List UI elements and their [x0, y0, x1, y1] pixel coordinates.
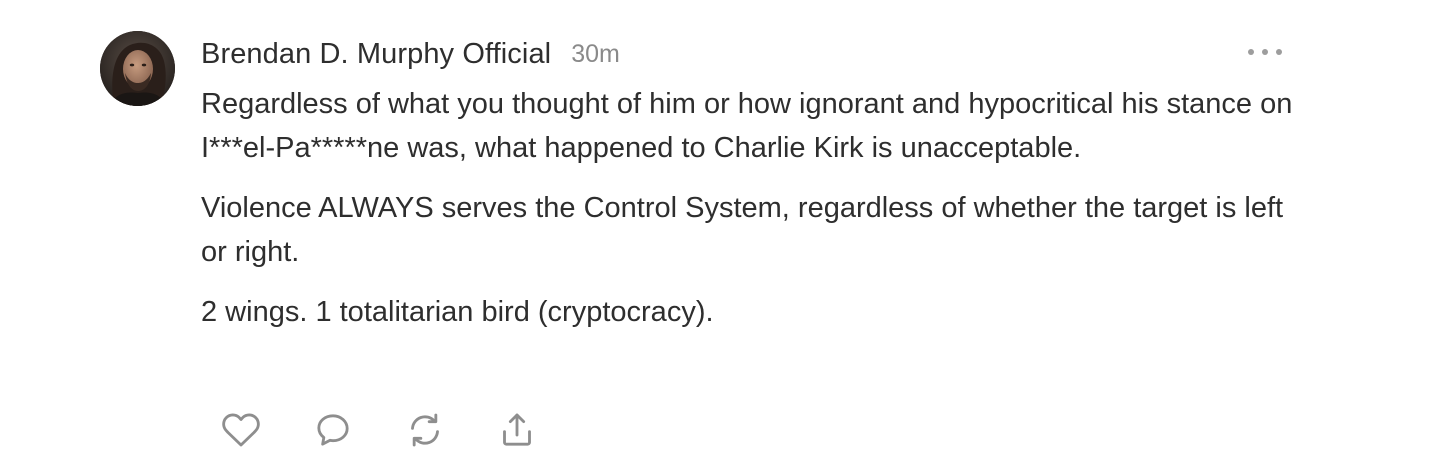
more-options-button[interactable] — [1248, 40, 1282, 64]
restack-button[interactable] — [405, 408, 497, 452]
like-button[interactable] — [221, 408, 313, 452]
action-bar — [221, 408, 589, 452]
author-name[interactable]: Brendan D. Murphy Official — [201, 38, 551, 71]
heart-icon — [222, 413, 260, 447]
share-upload-icon — [503, 413, 531, 446]
avatar-image — [100, 31, 175, 106]
more-horizontal-icon-dot — [1248, 49, 1254, 55]
post-paragraph: Regardless of what you thought of him or… — [201, 88, 1293, 164]
post-paragraph: 2 wings. 1 totalitarian bird (cryptocrac… — [201, 296, 714, 328]
post-paragraph: Violence ALWAYS serves the Control Syste… — [201, 192, 1284, 268]
more-horizontal-icon-dot — [1276, 49, 1282, 55]
share-button[interactable] — [497, 408, 589, 452]
refresh-arrows-icon — [411, 413, 439, 447]
note-post: Brendan D. Murphy Official 30m Regardles… — [0, 0, 1456, 469]
speech-bubble-icon — [317, 414, 349, 446]
post-body: Regardless of what you thought of him or… — [201, 82, 1311, 334]
timestamp[interactable]: 30m — [571, 40, 620, 69]
more-horizontal-icon-dot — [1262, 49, 1268, 55]
avatar[interactable] — [100, 31, 175, 106]
reply-button[interactable] — [313, 408, 405, 452]
post-header: Brendan D. Murphy Official 30m — [201, 34, 620, 74]
